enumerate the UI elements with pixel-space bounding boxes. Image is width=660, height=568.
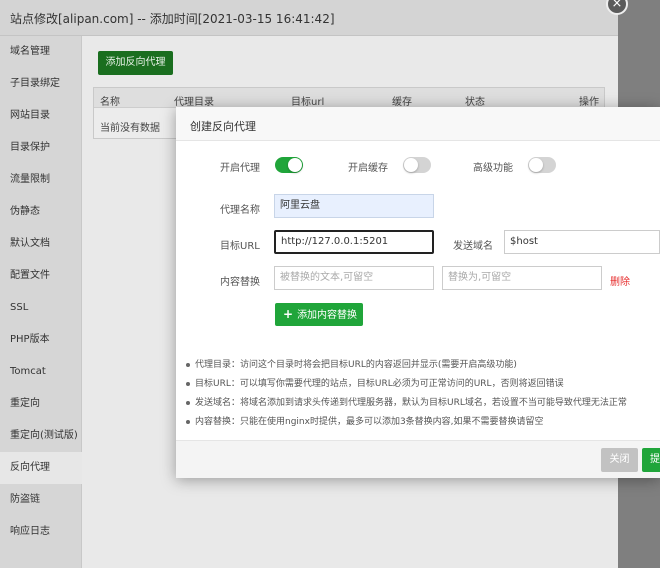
target-url-input[interactable]: http://127.0.0.1:5201 — [274, 230, 434, 254]
bullet-icon — [186, 362, 190, 367]
plus-icon: + — [283, 307, 294, 321]
add-content-replace-label: 添加内容替换 — [297, 310, 358, 321]
column-header-proxy-dir: 代理目录 — [174, 97, 214, 108]
submit-button[interactable]: 提交 — [642, 448, 660, 472]
modal-titlebar: 创建反向代理 — [176, 107, 660, 141]
enable-cache-toggle[interactable] — [403, 157, 431, 173]
proxy-name-label: 代理名称 — [220, 205, 260, 216]
sidebar-item-domain[interactable]: 域名管理 — [0, 36, 82, 68]
column-header-target-url: 目标url — [291, 97, 325, 108]
enable-proxy-toggle[interactable] — [275, 157, 303, 173]
content-replace-label: 内容替换 — [220, 277, 260, 288]
add-content-replace-button[interactable]: + 添加内容替换 — [275, 303, 363, 326]
target-url-label: 目标URL — [220, 241, 260, 252]
sidebar-item-default-doc[interactable]: 默认文档 — [0, 228, 82, 260]
sidebar-item-ssl[interactable]: SSL — [0, 292, 82, 324]
sidebar-item-php-version[interactable]: PHP版本 — [0, 324, 82, 356]
send-domain-label: 发送域名 — [453, 241, 493, 252]
settings-sidebar: 域名管理 子目录绑定 网站目录 目录保护 流量限制 伪静态 默认文档 配置文件 … — [0, 36, 82, 568]
add-reverse-proxy-button[interactable]: 添加反向代理 — [98, 51, 173, 75]
help-note: 发送域名：将域名添加到请求头传递到代理服务器，默认为目标URL域名，若设置不当可… — [186, 395, 627, 408]
dialog-titlebar: 站点修改[alipan.com] -- 添加时间[2021-03-15 16:4… — [0, 0, 618, 36]
close-button[interactable]: 关闭 — [601, 448, 638, 472]
sidebar-item-subdir[interactable]: 子目录绑定 — [0, 68, 82, 100]
column-header-status: 状态 — [465, 97, 485, 108]
toggle-knob — [288, 158, 302, 172]
help-note-text: 内容替换：只能在使用nginx时提供，最多可以添加3条替换内容,如果不需要替换请… — [195, 417, 544, 427]
advanced-label: 高级功能 — [473, 163, 513, 174]
help-note: 目标URL：可以填写你需要代理的站点，目标URL必须为可正常访问的URL，否则将… — [186, 376, 564, 389]
create-reverse-proxy-modal: 创建反向代理 开启代理 开启缓存 高级功能 代理名称 阿里云盘 目标URL ht… — [176, 107, 660, 478]
modal-title: 创建反向代理 — [190, 120, 256, 133]
sidebar-item-config-file[interactable]: 配置文件 — [0, 260, 82, 292]
column-header-cache: 缓存 — [392, 97, 412, 108]
bullet-icon — [186, 400, 190, 405]
help-note-text: 代理目录：访问这个目录时将会把目标URL的内容返回并显示(需要开启高级功能) — [195, 360, 517, 370]
sidebar-item-rewrite[interactable]: 伪静态 — [0, 196, 82, 228]
help-note-text: 发送域名：将域名添加到请求头传递到代理服务器，默认为目标URL域名，若设置不当可… — [195, 398, 627, 408]
help-note: 代理目录：访问这个目录时将会把目标URL的内容返回并显示(需要开启高级功能) — [186, 357, 517, 370]
sidebar-item-redirect-beta[interactable]: 重定向(测试版) — [0, 420, 82, 452]
advanced-toggle[interactable] — [528, 157, 556, 173]
replace-from-input[interactable]: 被替换的文本,可留空 — [274, 266, 434, 290]
help-note: 内容替换：只能在使用nginx时提供，最多可以添加3条替换内容,如果不需要替换请… — [186, 414, 544, 427]
bullet-icon — [186, 381, 190, 386]
column-header-name: 名称 — [100, 97, 120, 108]
toggle-knob — [404, 158, 418, 172]
table-header: 名称 代理目录 目标url 缓存 状态 操作 — [94, 88, 604, 108]
replace-to-input[interactable]: 替换为,可留空 — [442, 266, 602, 290]
table-empty-text: 当前没有数据 — [100, 123, 160, 134]
sidebar-item-response-log[interactable]: 响应日志 — [0, 516, 82, 548]
proxy-name-input[interactable]: 阿里云盘 — [274, 194, 434, 218]
sidebar-item-tomcat[interactable]: Tomcat — [0, 356, 82, 388]
enable-proxy-label: 开启代理 — [220, 163, 260, 174]
sidebar-item-traffic-limit[interactable]: 流量限制 — [0, 164, 82, 196]
enable-cache-label: 开启缓存 — [348, 163, 388, 174]
sidebar-item-reverse-proxy[interactable]: 反向代理 — [0, 452, 82, 484]
sidebar-item-hotlink[interactable]: 防盗链 — [0, 484, 82, 516]
sidebar-item-dir-protect[interactable]: 目录保护 — [0, 132, 82, 164]
dialog-title: 站点修改[alipan.com] -- 添加时间[2021-03-15 16:4… — [10, 12, 335, 26]
help-note-text: 目标URL：可以填写你需要代理的站点，目标URL必须为可正常访问的URL，否则将… — [195, 379, 564, 389]
bullet-icon — [186, 419, 190, 424]
sidebar-item-site-dir[interactable]: 网站目录 — [0, 100, 82, 132]
modal-footer: 关闭 提交 — [176, 440, 660, 478]
toggle-knob — [529, 158, 543, 172]
sidebar-item-redirect[interactable]: 重定向 — [0, 388, 82, 420]
column-header-actions: 操作 — [579, 97, 599, 108]
send-domain-input[interactable]: $host — [504, 230, 660, 254]
delete-replace-link[interactable]: 删除 — [610, 273, 630, 288]
